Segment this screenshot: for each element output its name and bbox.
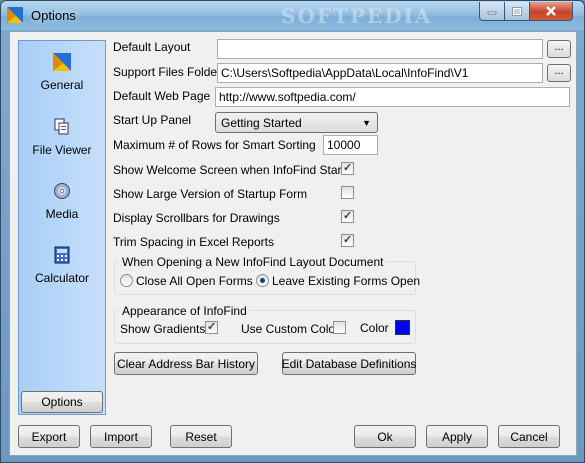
dialog-body: General File Viewer Media Calculator Opt… [9, 31, 577, 456]
large-startup-checkbox[interactable] [341, 186, 354, 199]
nav-item-general[interactable]: General [19, 45, 105, 105]
nav-item-label: Media [45, 207, 79, 221]
media-disc-icon [54, 183, 70, 199]
clear-history-button[interactable]: Clear Address Bar History [114, 352, 258, 375]
nav-item-label: File Viewer [32, 143, 92, 157]
infofind-logo-icon [53, 53, 71, 71]
check-label-large: Show Large Version of Startup Form [113, 187, 308, 201]
support-folder-input[interactable]: C:\Users\Softpedia\AppData\Local\InfoFin… [217, 63, 543, 83]
nav-item-label: Calculator [34, 271, 90, 285]
appearance-group-title: Appearance of InfoFind [119, 304, 250, 318]
start-up-select[interactable]: Getting Started ▼ [215, 112, 378, 133]
edit-db-button[interactable]: Edit Database Definitions [282, 352, 416, 375]
layout-group-title: When Opening a New InfoFind Layout Docum… [119, 255, 387, 269]
nav-item-media[interactable]: Media [19, 174, 105, 234]
custom-color-label: Use Custom Color [241, 322, 340, 336]
nav-item-label: General [40, 78, 84, 92]
color-swatch[interactable] [395, 320, 410, 335]
default-layout-input[interactable] [217, 39, 543, 59]
max-rows-label: Maximum # of Rows for Smart Sorting [113, 138, 316, 152]
chevron-down-icon: ▼ [362, 118, 371, 128]
minimize-icon [487, 11, 497, 15]
leave-existing-label: Leave Existing Forms Open [272, 274, 421, 288]
show-gradients-checkbox[interactable] [205, 320, 218, 334]
close-button[interactable] [529, 2, 573, 21]
calculator-icon [54, 246, 70, 264]
minimize-button[interactable] [479, 2, 505, 21]
check-label-scrollbars: Display Scrollbars for Drawings [113, 211, 280, 225]
import-button[interactable]: Import [90, 425, 152, 448]
web-page-label: Default Web Page [113, 89, 211, 103]
reset-button[interactable]: Reset [170, 425, 232, 448]
title-bar[interactable]: Options SOFTPEDIA [1, 1, 584, 30]
close-all-label: Close All Open Forms [136, 274, 253, 288]
default-layout-label: Default Layout [113, 40, 191, 54]
file-viewer-icon [54, 118, 69, 135]
welcome-screen-checkbox[interactable] [341, 161, 354, 175]
nav-panel: General File Viewer Media Calculator Opt… [18, 40, 106, 415]
web-page-input[interactable]: http://www.softpedia.com/ [215, 87, 570, 107]
nav-item-calculator[interactable]: Calculator [19, 238, 105, 298]
watermark: SOFTPEDIA [281, 4, 433, 28]
color-label: Color [360, 321, 389, 335]
browse-folder-button[interactable]: ... [547, 64, 571, 82]
close-all-radio[interactable] [120, 274, 133, 287]
cancel-button[interactable]: Cancel [498, 425, 560, 448]
scrollbars-checkbox[interactable] [341, 209, 354, 223]
infofind-logo-icon [7, 7, 23, 23]
export-button[interactable]: Export [18, 425, 80, 448]
options-window: Options SOFTPEDIA General File Viewer Me… [0, 0, 585, 463]
max-rows-input[interactable]: 10000 [323, 135, 378, 155]
leave-existing-radio[interactable] [256, 274, 269, 287]
maximize-icon [512, 6, 522, 16]
apply-button[interactable]: Apply [426, 425, 488, 448]
support-folder-label: Support Files Folder [113, 65, 222, 79]
trim-spacing-checkbox[interactable] [341, 233, 354, 247]
start-up-value: Getting Started [221, 116, 302, 130]
window-title: Options [31, 8, 76, 23]
browse-layout-button[interactable]: ... [547, 40, 571, 58]
maximize-button[interactable] [504, 2, 530, 21]
ok-button[interactable]: Ok [354, 425, 416, 448]
close-icon [546, 6, 556, 16]
check-label-welcome: Show Welcome Screen when InfoFind Starts [113, 163, 351, 177]
show-gradients-label: Show Gradients [120, 322, 206, 336]
custom-color-checkbox[interactable] [333, 321, 346, 334]
options-nav-button[interactable]: Options [21, 391, 103, 413]
check-label-trim: Trim Spacing in Excel Reports [113, 235, 274, 249]
start-up-label: Start Up Panel [113, 113, 192, 127]
nav-item-file-viewer[interactable]: File Viewer [19, 110, 105, 170]
